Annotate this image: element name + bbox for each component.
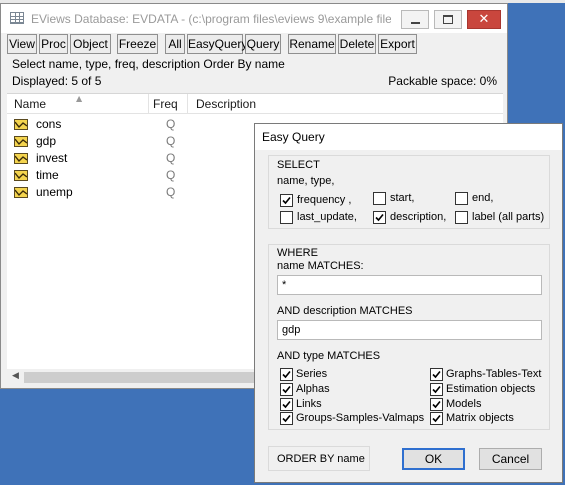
groups-checkbox[interactable]: [280, 412, 293, 425]
freeze-button[interactable]: Freeze: [117, 34, 158, 54]
column-header-name[interactable]: Name: [14, 97, 46, 111]
frequency-checkbox[interactable]: [280, 194, 293, 207]
object-button[interactable]: Object: [70, 34, 111, 54]
matrix-label: Matrix objects: [446, 412, 514, 424]
description-checkbox[interactable]: [373, 211, 386, 224]
maximize-button[interactable]: [434, 10, 462, 29]
order-by-label: ORDER BY name: [268, 446, 370, 471]
sort-ascending-icon: ▲: [76, 94, 83, 103]
description-matches-label: AND description MATCHES: [277, 305, 413, 317]
series-icon: [14, 153, 28, 164]
dialog-titlebar[interactable]: Easy Query: [255, 124, 562, 150]
graphs-label: Graphs-Tables-Text: [446, 368, 542, 380]
item-name: unemp: [36, 185, 73, 199]
item-name: time: [36, 168, 59, 182]
alphas-label: Alphas: [296, 383, 330, 395]
series-icon: [14, 170, 28, 181]
database-window-icon: [10, 12, 24, 24]
item-freq: Q: [166, 117, 176, 131]
description-matches-input[interactable]: gdp: [277, 320, 542, 340]
models-label: Models: [446, 398, 482, 410]
series-icon: [14, 187, 28, 198]
item-name: invest: [36, 151, 68, 165]
name-matches-input[interactable]: *: [277, 275, 542, 295]
column-header-freq[interactable]: Freq: [153, 97, 178, 111]
estimation-label: Estimation objects: [446, 383, 536, 395]
window-titlebar[interactable]: EViews Database: EVDATA - (c:\program fi…: [1, 4, 507, 33]
item-name: gdp: [36, 134, 57, 148]
close-button[interactable]: ✕: [467, 10, 501, 29]
query-button[interactable]: Query: [245, 34, 281, 54]
column-divider[interactable]: [148, 94, 149, 114]
estimation-checkbox[interactable]: [430, 383, 443, 396]
column-header-description[interactable]: Description: [196, 97, 256, 111]
series-icon: [14, 136, 28, 147]
series-icon: [14, 119, 28, 130]
select-group: SELECT name, type, frequency , start, en…: [268, 155, 550, 229]
view-button[interactable]: View: [7, 34, 37, 54]
close-icon: ✕: [478, 12, 490, 27]
item-freq: Q: [166, 185, 176, 199]
easy-query-dialog: Easy Query SELECT name, type, frequency …: [254, 123, 563, 483]
groups-label: Groups-Samples-Valmaps: [296, 412, 425, 424]
item-freq: Q: [166, 151, 176, 165]
minimize-button[interactable]: [401, 10, 429, 29]
matrix-checkbox[interactable]: [430, 412, 443, 425]
list-header: Name ▲ Freq Description: [7, 94, 503, 114]
type-matches-label: AND type MATCHES: [277, 350, 381, 362]
cancel-button[interactable]: Cancel: [479, 448, 542, 470]
item-freq: Q: [166, 168, 176, 182]
label-checkbox[interactable]: [455, 211, 468, 224]
description-label: description,: [390, 211, 447, 223]
label-all-parts-label: label (all parts): [472, 211, 545, 223]
ok-button[interactable]: OK: [402, 448, 465, 470]
scroll-left-icon[interactable]: ◀: [12, 371, 19, 381]
database-toolbar: View Proc Object Freeze All EasyQuery Qu…: [7, 34, 507, 54]
select-sublabel: name, type,: [277, 175, 335, 187]
where-group: WHERE name MATCHES: * AND description MA…: [268, 244, 550, 430]
links-label: Links: [296, 398, 322, 410]
where-label: WHERE: [277, 247, 318, 259]
name-matches-label: name MATCHES:: [277, 260, 364, 272]
alphas-checkbox[interactable]: [280, 383, 293, 396]
series-label: Series: [296, 368, 328, 380]
rename-button[interactable]: Rename: [288, 34, 336, 54]
start-label: start,: [390, 192, 415, 204]
models-checkbox[interactable]: [430, 398, 443, 411]
links-checkbox[interactable]: [280, 398, 293, 411]
select-label: SELECT: [277, 159, 320, 171]
end-label: end,: [472, 192, 494, 204]
end-checkbox[interactable]: [455, 192, 468, 205]
dialog-title: Easy Query: [262, 130, 325, 144]
delete-button[interactable]: Delete: [338, 34, 376, 54]
column-divider[interactable]: [187, 94, 188, 114]
item-name: cons: [36, 117, 62, 131]
query-description: Select name, type, freq, description Ord…: [12, 57, 285, 71]
easyquery-button[interactable]: EasyQuery: [187, 34, 247, 54]
packable-space: Packable space: 0%: [388, 74, 497, 88]
maximize-icon: [443, 15, 453, 24]
scrollbar-thumb[interactable]: [24, 372, 254, 383]
proc-button[interactable]: Proc: [39, 34, 68, 54]
window-title: EViews Database: EVDATA - (c:\program fi…: [31, 12, 391, 26]
displayed-count: Displayed: 5 of 5: [12, 74, 102, 88]
graphs-checkbox[interactable]: [430, 368, 443, 381]
series-checkbox[interactable]: [280, 368, 293, 381]
start-checkbox[interactable]: [373, 192, 386, 205]
item-freq: Q: [166, 134, 176, 148]
export-button[interactable]: Export: [378, 34, 417, 54]
last-update-label: last_update,: [297, 211, 357, 223]
last-update-checkbox[interactable]: [280, 211, 293, 224]
all-button[interactable]: All: [165, 34, 185, 54]
minimize-icon: [411, 22, 420, 24]
frequency-label: frequency ,: [297, 194, 352, 206]
